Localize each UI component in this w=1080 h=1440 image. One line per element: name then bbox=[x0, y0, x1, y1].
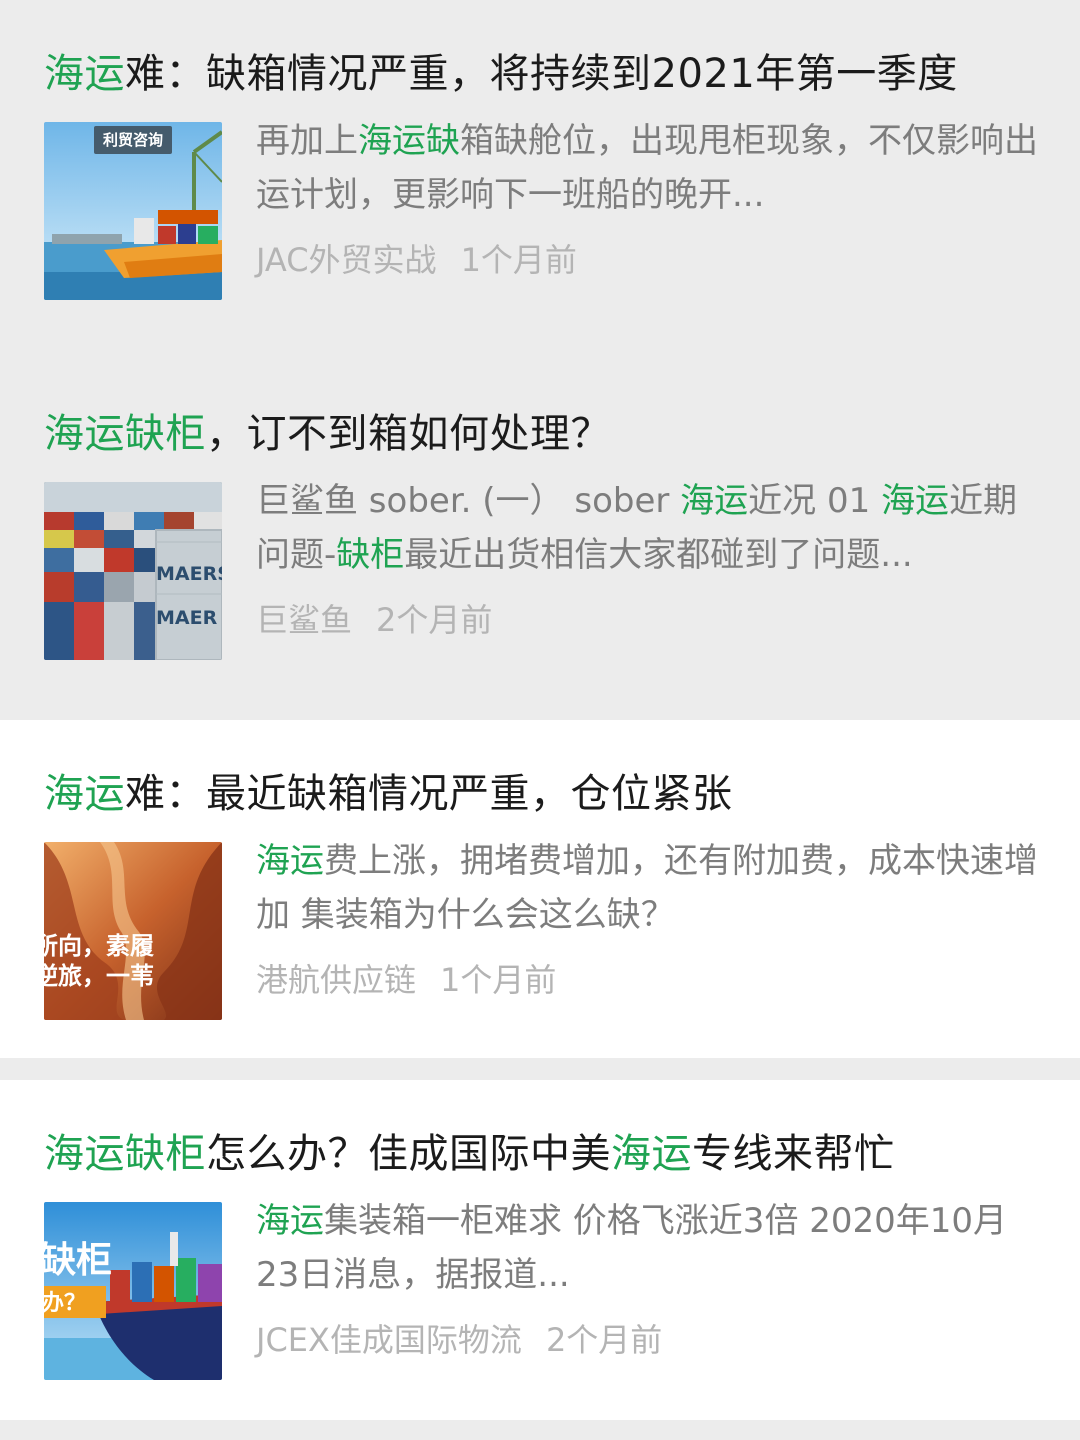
result-meta: JAC外贸实战 1个月前 bbox=[256, 236, 577, 284]
cargo-ship-port-image: 利贸咨询 bbox=[44, 122, 222, 300]
result-time: 1个月前 bbox=[460, 241, 577, 279]
highlight-keyword: 海运 bbox=[881, 481, 950, 521]
result-snippet: 再加上海运缺箱缺舱位，出现甩柜现象，不仅影响出运计划，更影响下一班船的晚开... bbox=[256, 114, 1046, 222]
result-card[interactable]: 海运缺柜怎么办？佳成国际中美海运专线来帮忙 缺柜 办？ 海运集装箱一柜难求 价格… bbox=[0, 1080, 1080, 1420]
result-source[interactable]: JCEX佳成国际物流 bbox=[256, 1321, 522, 1359]
thumb-watermark: 利贸咨询 bbox=[103, 131, 163, 149]
result-meta: JCEX佳成国际物流 2个月前 bbox=[256, 1316, 662, 1364]
highlight-keyword: 海运 bbox=[611, 1131, 692, 1177]
text-segment: ，订不到箱如何处理？ bbox=[206, 411, 611, 457]
result-snippet: 海运费上涨，拥堵费增加，还有附加费，成本快速增加 集装箱为什么会这么缺？ bbox=[256, 834, 1046, 942]
container-ship-sea-image: 缺柜 办？ bbox=[44, 1202, 222, 1380]
thumb-caption-2: 办？ bbox=[44, 1291, 86, 1316]
highlight-keyword: 海运 bbox=[256, 1201, 324, 1241]
highlight-keyword: 海运 bbox=[44, 771, 125, 817]
highlight-keyword: 海运缺柜 bbox=[44, 411, 206, 457]
text-segment: 最近出货相信大家都碰到了问题... bbox=[404, 535, 913, 575]
result-meta: 港航供应链 1个月前 bbox=[256, 956, 556, 1004]
result-card[interactable]: 海运难：缺箱情况严重，将持续到2021年第一季度 利贸咨询 再加上海运缺箱缺舱位… bbox=[0, 0, 1080, 338]
container-stacks-image: MAERSK MAER bbox=[44, 482, 222, 660]
result-card[interactable]: 海运难：最近缺箱情况严重，仓位紧张 所向，素履 逆旅，一苇 海运费上涨，拥堵费增… bbox=[0, 720, 1080, 1058]
result-snippet: 巨鲨鱼 sober. (一） sober 海运近况 01 海运近期问题-缺柜最近… bbox=[256, 474, 1046, 582]
highlight-keyword: 海运缺柜 bbox=[44, 1131, 206, 1177]
result-title[interactable]: 海运缺柜，订不到箱如何处理？ bbox=[44, 404, 611, 464]
text-segment: 集装箱一柜难求 价格飞涨近3倍 2020年10月23日消息，据报道... bbox=[256, 1201, 1008, 1295]
result-source[interactable]: 巨鲨鱼 bbox=[256, 601, 352, 639]
text-segment: 再加上 bbox=[256, 121, 358, 161]
thumb-caption-2: 逆旅，一苇 bbox=[44, 962, 154, 990]
result-source[interactable]: 港航供应链 bbox=[256, 961, 416, 999]
thumb-watermark: MAERSK bbox=[156, 563, 222, 585]
result-title[interactable]: 海运难：缺箱情况严重，将持续到2021年第一季度 bbox=[44, 44, 958, 104]
highlight-keyword: 海运 bbox=[680, 481, 749, 521]
result-time: 2个月前 bbox=[376, 601, 493, 639]
text-segment: 专线来帮忙 bbox=[692, 1131, 895, 1177]
thumb-watermark-2: MAER bbox=[156, 607, 218, 629]
result-title[interactable]: 海运缺柜怎么办？佳成国际中美海运专线来帮忙 bbox=[44, 1124, 895, 1184]
result-time: 2个月前 bbox=[545, 1321, 663, 1359]
text-segment: 近况 01 bbox=[748, 481, 882, 521]
search-results-feed: 海运难：缺箱情况严重，将持续到2021年第一季度 利贸咨询 再加上海运缺箱缺舱位… bbox=[0, 0, 1080, 1440]
thumb-caption: 所向，素履 bbox=[44, 932, 154, 960]
text-segment: 难：缺箱情况严重，将持续到2021年第一季度 bbox=[125, 51, 958, 97]
highlight-keyword: 海运 bbox=[44, 51, 125, 97]
result-source[interactable]: JAC外贸实战 bbox=[256, 241, 437, 279]
highlight-keyword: 海运 bbox=[256, 841, 324, 881]
highlight-keyword: 缺柜 bbox=[336, 535, 405, 575]
result-card[interactable]: 海运缺柜，订不到箱如何处理？ MAER MAER 巨鲨鱼 sober. (一） … bbox=[0, 360, 1080, 700]
text-segment: 巨鲨鱼 sober. (一） sober bbox=[256, 481, 681, 521]
text-segment: 怎么办？佳成国际中美 bbox=[206, 1131, 611, 1177]
thumb-caption: 缺柜 bbox=[44, 1240, 112, 1281]
text-segment: 难：最近缺箱情况严重，仓位紧张 bbox=[125, 771, 733, 817]
result-time: 1个月前 bbox=[440, 961, 557, 999]
result-meta: 巨鲨鱼 2个月前 bbox=[256, 596, 492, 644]
text-segment: 费上涨，拥堵费增加，还有附加费，成本快速增加 集装箱为什么会这么缺？ bbox=[256, 841, 1038, 935]
highlight-keyword: 海运缺 bbox=[358, 121, 460, 161]
result-snippet: 海运集装箱一柜难求 价格飞涨近3倍 2020年10月23日消息，据报道... bbox=[256, 1194, 1046, 1302]
canyon-image: 所向，素履 逆旅，一苇 bbox=[44, 842, 222, 1020]
result-title[interactable]: 海运难：最近缺箱情况严重，仓位紧张 bbox=[44, 764, 733, 824]
